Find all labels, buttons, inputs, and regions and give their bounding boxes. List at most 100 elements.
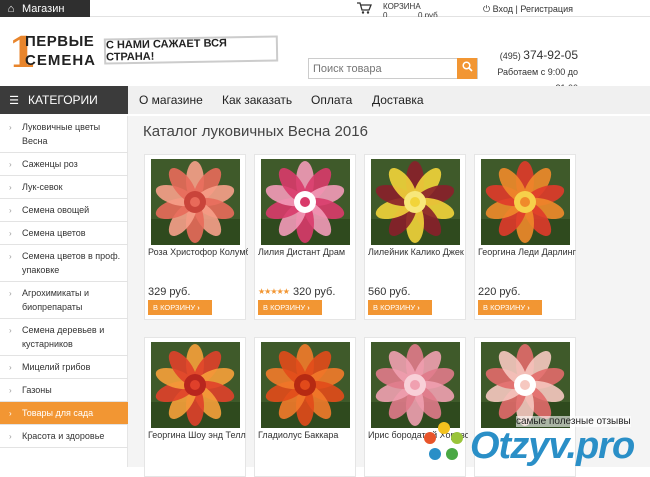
product-photo[interactable]	[371, 159, 460, 245]
shop-label: Магазин	[22, 2, 65, 15]
add-to-cart-label: В КОРЗИНУ	[373, 303, 416, 312]
chevron-right-icon: ›	[9, 326, 12, 335]
product-price: 220 руб.	[478, 286, 521, 298]
flower-logo-icon	[420, 418, 468, 469]
product-photo[interactable]	[261, 159, 350, 245]
product-card[interactable]: Георгина Шоу энд Телл	[144, 337, 246, 477]
product-card[interactable]: Георгина Леди Дарлинг 220 руб. В КОРЗИНУ ›	[474, 154, 576, 320]
product-card[interactable]: Гладиолус Баккара	[254, 337, 356, 477]
sidebar-item[interactable]: › Лук-севок	[0, 176, 128, 199]
sidebar-item-label: Красота и здоровье	[22, 431, 105, 441]
chevron-right-icon: ›	[415, 303, 420, 312]
search-icon	[461, 61, 473, 75]
sidebar-item-label: Семена цветов	[22, 228, 86, 238]
sidebar-item[interactable]: › Семена овощей	[0, 199, 128, 222]
sidebar-item-label: Семена овощей	[22, 205, 90, 215]
cart-label: КОРЗИНА	[383, 2, 421, 11]
chevron-right-icon: ›	[9, 363, 12, 372]
power-icon: ⏻	[483, 4, 491, 14]
product-card[interactable]: Роза Христофор Колумб 329 руб. В КОРЗИНУ ›	[144, 154, 248, 320]
categories-label: КАТЕГОРИИ	[28, 93, 98, 107]
product-name[interactable]: Гладиолус Баккара	[258, 430, 358, 441]
sidebar-item[interactable]: › Газоны	[0, 379, 128, 402]
product-price: 329 руб.	[148, 286, 191, 298]
chevron-right-icon: ›	[9, 432, 12, 441]
chevron-right-icon: ›	[195, 303, 200, 312]
product-price: 320 руб.	[293, 286, 336, 298]
chevron-right-icon: ›	[9, 160, 12, 169]
add-to-cart-button[interactable]: В КОРЗИНУ ›	[478, 300, 542, 315]
sidebar-item[interactable]: › Красота и здоровье	[0, 425, 128, 448]
logo-line2: СЕМЕНА	[25, 52, 97, 69]
sidebar-item-label: Семена деревьев и кустарников	[22, 325, 105, 349]
sidebar-item[interactable]: › Семена цветов	[0, 222, 128, 245]
add-to-cart-label: В КОРЗИНУ	[153, 303, 196, 312]
category-sidebar: › Луковичные цветы Весна › Саженцы роз › Лук-…	[0, 116, 128, 467]
sidebar-item-label: Лук-севок	[22, 182, 63, 192]
sidebar-item[interactable]: › Саженцы роз	[0, 153, 128, 176]
register-link[interactable]: Регистрация	[520, 4, 573, 14]
auth-links: ⏻ Вход | Регистрация	[483, 4, 573, 15]
chevron-right-icon: ›	[9, 409, 12, 418]
sidebar-item[interactable]: › Агрохимикаты и биопрепараты	[0, 282, 128, 319]
nav-item-how-to-order[interactable]: Как заказать	[222, 86, 292, 114]
sidebar-item[interactable]: › Луковичные цветы Весна	[0, 116, 128, 153]
categories-button[interactable]: ☰ КАТЕГОРИИ	[0, 86, 128, 114]
add-to-cart-button[interactable]: В КОРЗИНУ ›	[148, 300, 212, 315]
nav-item-payment[interactable]: Оплата	[311, 86, 352, 114]
work-hours-line1: Работаем с 9:00 до	[497, 67, 578, 77]
main-nav: ☰ КАТЕГОРИИ О магазине Как заказать Опла…	[0, 86, 650, 114]
nav-item-about[interactable]: О магазине	[139, 86, 203, 114]
product-card[interactable]: Лилейник Калико Джек 560 руб. В КОРЗИНУ ›	[364, 154, 466, 320]
chevron-right-icon: ›	[305, 303, 310, 312]
sidebar-item[interactable]: › Мицелий грибов	[0, 356, 128, 379]
chevron-right-icon: ›	[525, 303, 530, 312]
home-icon: ⌂	[7, 2, 15, 15]
product-photo[interactable]	[151, 159, 240, 245]
product-name[interactable]: Лилейник Калико Джек	[368, 247, 468, 258]
add-to-cart-label: В КОРЗИНУ	[263, 303, 306, 312]
chevron-right-icon: ›	[9, 229, 12, 238]
sidebar-item-label: Саженцы роз	[22, 159, 78, 169]
nav-item-delivery[interactable]: Доставка	[372, 86, 424, 114]
add-to-cart-label: В КОРЗИНУ	[483, 303, 526, 312]
phone-code: (495)	[499, 51, 521, 61]
cart-icon	[356, 2, 372, 16]
product-photo[interactable]	[151, 342, 240, 428]
sidebar-item-label: Луковичные цветы Весна	[22, 122, 101, 146]
catalog-title: Каталог луковичных Весна 2016	[143, 123, 368, 140]
search-box	[308, 58, 478, 79]
sidebar-item-label: Агрохимикаты и биопрепараты	[22, 288, 89, 312]
product-photo[interactable]	[481, 159, 570, 245]
chevron-right-icon: ›	[9, 289, 12, 298]
product-name[interactable]: Роза Христофор Колумб	[148, 247, 248, 258]
login-link[interactable]: Вход	[493, 4, 513, 14]
menu-icon: ☰	[9, 94, 19, 107]
product-photo[interactable]	[261, 342, 350, 428]
sidebar-item[interactable]: › Семена деревьев и кустарников	[0, 319, 128, 356]
chevron-right-icon: ›	[9, 252, 12, 261]
add-to-cart-button[interactable]: В КОРЗИНУ ›	[368, 300, 432, 315]
search-button[interactable]	[457, 58, 477, 79]
site-logo[interactable]: 1 ПЕРВЫЕ СЕМЕНА	[8, 31, 95, 77]
product-card[interactable]: Лилия Дистант Драм ★★★★★ 320 руб. В КОРЗИНУ…	[254, 154, 356, 320]
sidebar-item[interactable]: › Семена цветов в проф. упаковке	[0, 245, 128, 282]
sidebar-item-label: Товары для сада	[22, 408, 94, 418]
logo-line1: ПЕРВЫЕ	[25, 33, 95, 50]
product-name[interactable]: Лилия Дистант Драм	[258, 247, 358, 258]
chevron-right-icon: ›	[9, 183, 12, 192]
shop-button[interactable]: ⌂ Магазин	[0, 0, 90, 17]
sidebar-item[interactable]: › Товары для сада	[0, 402, 128, 425]
chevron-right-icon: ›	[9, 123, 12, 132]
search-input[interactable]	[309, 59, 459, 78]
product-name[interactable]: Георгина Леди Дарлинг	[478, 247, 578, 258]
slogan-banner: С НАМИ САЖАЕТ ВСЯ СТРАНА!	[103, 35, 279, 65]
sidebar-item-label: Газоны	[22, 385, 52, 395]
watermark-brand: Otzyv.pro	[470, 425, 635, 467]
product-name[interactable]: Георгина Шоу энд Телл	[148, 430, 248, 441]
phone-number[interactable]: 374-92-05	[523, 48, 578, 62]
sidebar-item-label: Мицелий грибов	[22, 362, 91, 372]
top-bar: ⌂ Магазин КОРЗИНА 0 0 руб. ⏻ Вход | Реги…	[0, 0, 650, 20]
product-price: 560 руб.	[368, 286, 411, 298]
add-to-cart-button[interactable]: В КОРЗИНУ ›	[258, 300, 322, 315]
